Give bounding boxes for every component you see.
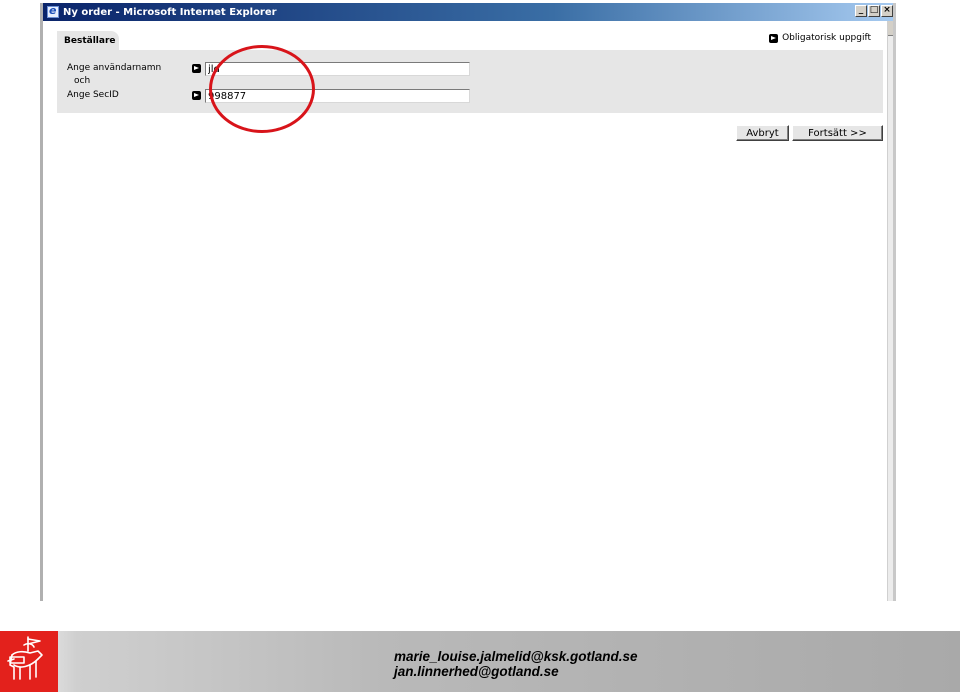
scroll-up-arrow[interactable] [888, 21, 893, 36]
username-label: Ange användarnamn [67, 63, 162, 73]
arrow-icon [769, 33, 779, 43]
maximize-button[interactable]: □ [868, 5, 880, 17]
logo [0, 631, 58, 692]
footer-bar: marie_louise.jalmelid@ksk.gotland.se jan… [0, 631, 960, 692]
och-label: och [74, 76, 91, 86]
close-button[interactable]: × [881, 5, 893, 17]
cancel-button[interactable]: Avbryt [736, 125, 789, 141]
secid-input[interactable] [205, 89, 470, 103]
tab-bestallare[interactable]: Beställare [57, 31, 119, 50]
form-panel: Ange användarnamn och Ange SecID [57, 50, 883, 113]
contact-email[interactable]: jan.linnerhed@gotland.se [394, 664, 638, 679]
secid-label: Ange SecID [67, 90, 119, 100]
contact-emails: marie_louise.jalmelid@ksk.gotland.se jan… [394, 649, 638, 679]
vertical-scrollbar[interactable] [887, 21, 893, 601]
required-arrow-icon [192, 64, 201, 73]
required-arrow-icon [192, 91, 201, 100]
window-title: Ny order - Microsoft Internet Explorer [63, 6, 277, 18]
ie-icon [47, 4, 59, 18]
required-note: Obligatorisk uppgift [769, 33, 871, 43]
title-bar: Ny order - Microsoft Internet Explorer _… [43, 3, 893, 21]
minimize-button[interactable]: _ [855, 5, 867, 17]
continue-button[interactable]: Fortsätt >> [792, 125, 883, 141]
browser-window: Ny order - Microsoft Internet Explorer _… [40, 3, 896, 601]
contact-email[interactable]: marie_louise.jalmelid@ksk.gotland.se [394, 649, 638, 664]
window-controls: _ □ × [855, 5, 893, 17]
required-note-label: Obligatorisk uppgift [782, 33, 871, 43]
username-input[interactable] [205, 62, 470, 76]
goat-logo-icon [7, 636, 43, 680]
